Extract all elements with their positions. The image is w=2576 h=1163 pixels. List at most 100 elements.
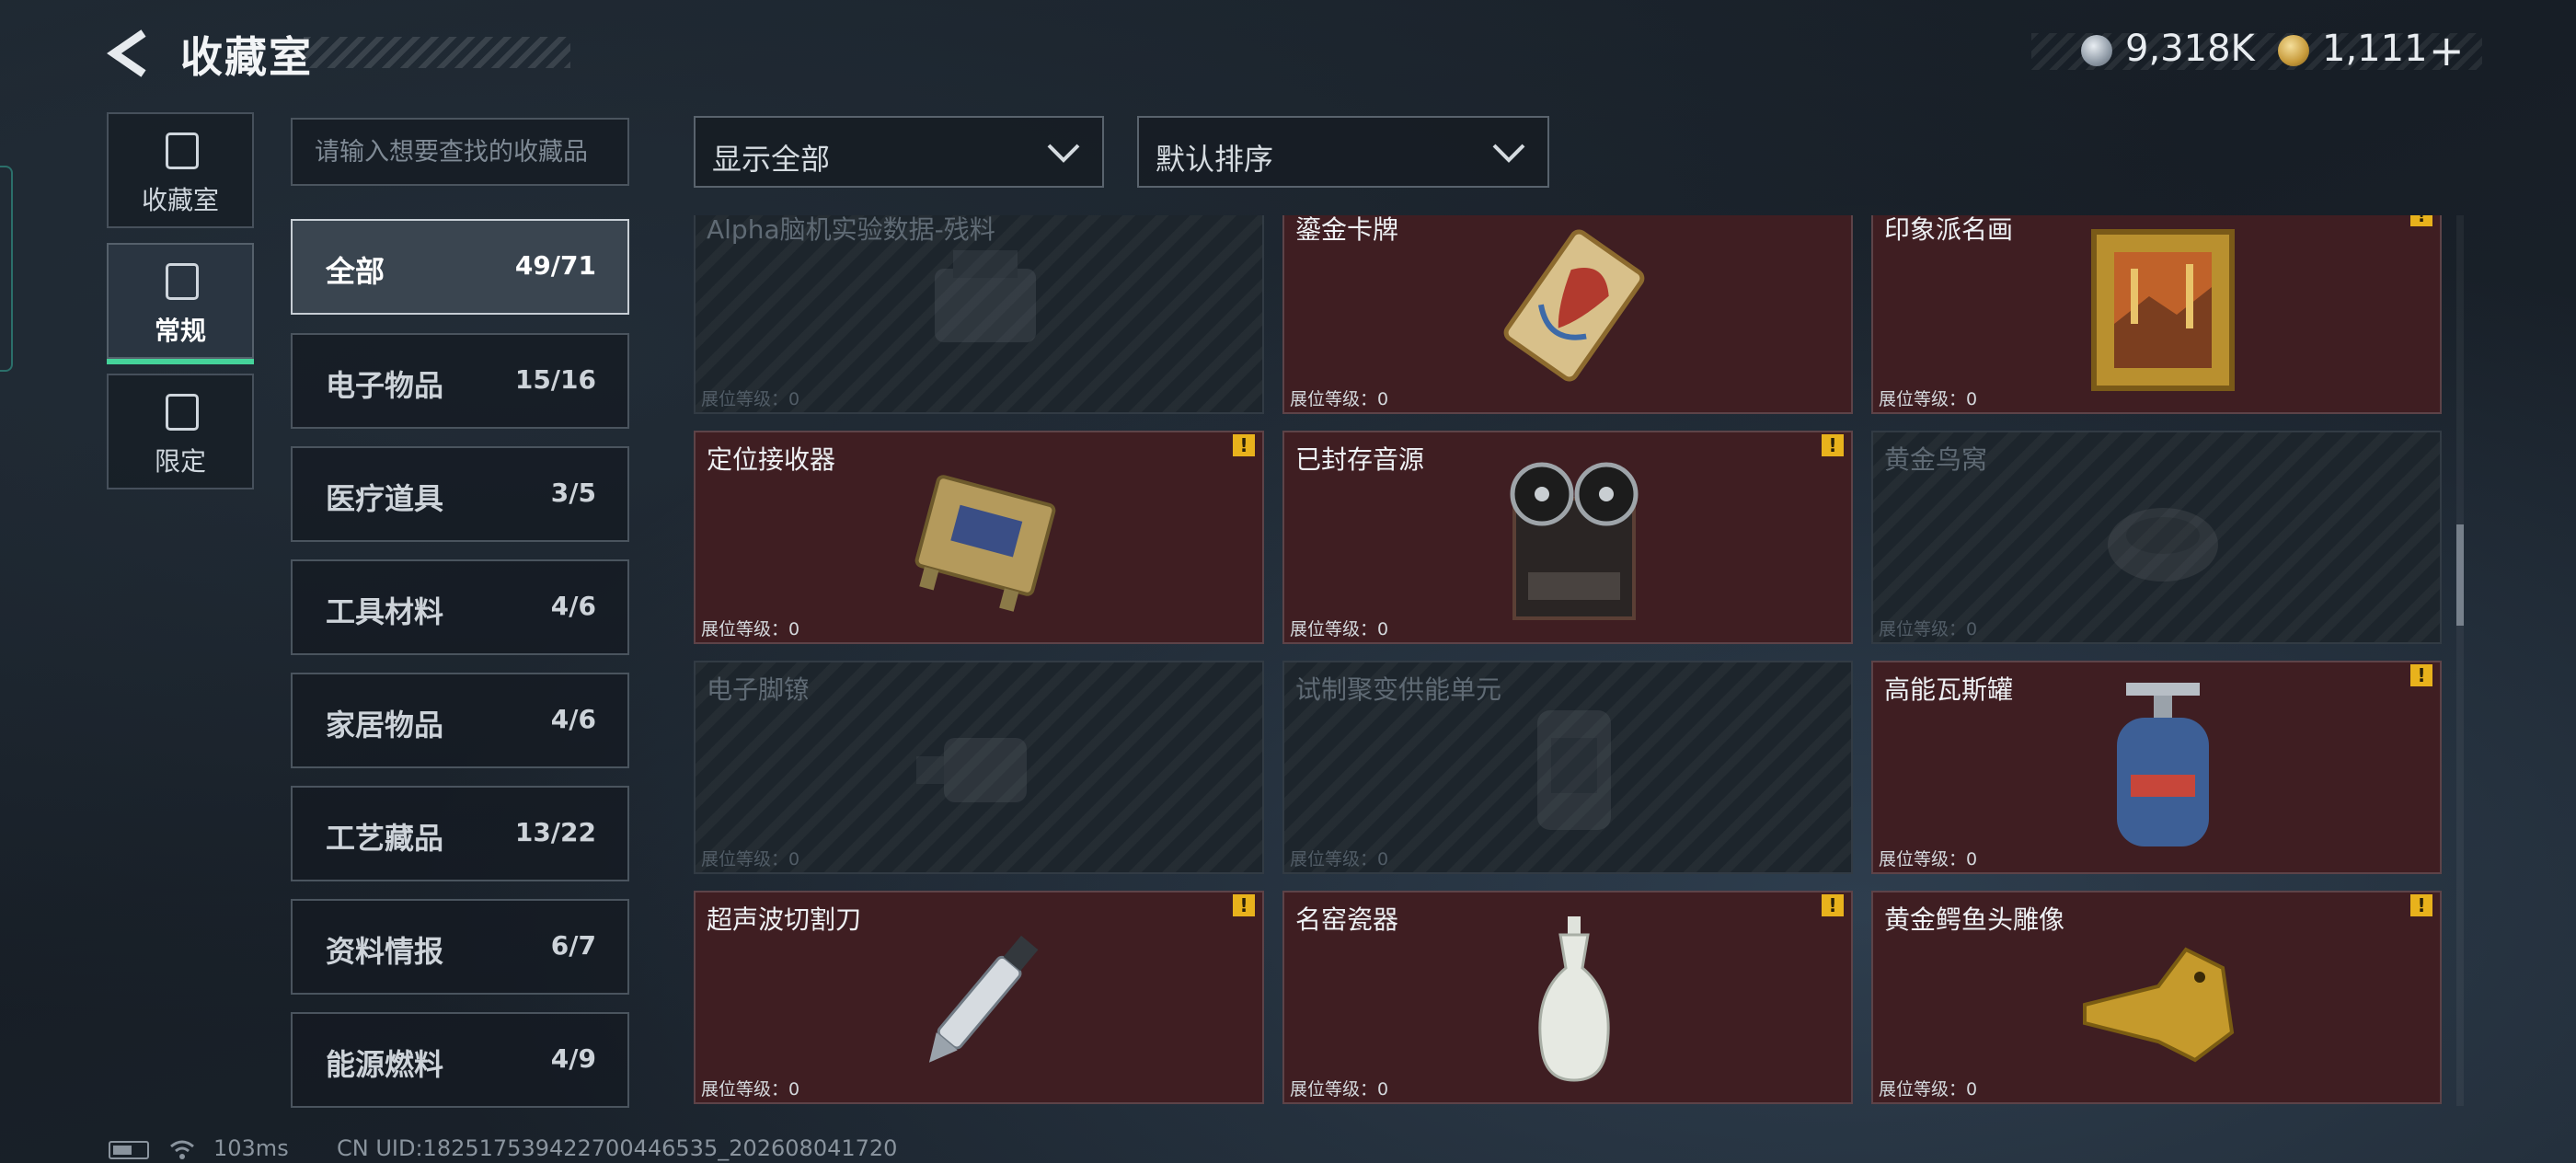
golden-nest-icon xyxy=(2108,508,2218,582)
battery-icon xyxy=(109,1141,149,1159)
item-level: 展位等级：0 xyxy=(1290,849,1389,869)
item-card[interactable]: Alpha脑机实验数据-残料 展位等级：0 xyxy=(694,215,1264,414)
regular-collection-icon xyxy=(166,263,199,300)
item-name: 试制聚变供能单元 xyxy=(1295,674,1502,705)
wifi-icon xyxy=(170,1140,194,1159)
brain-data-canister-icon xyxy=(935,250,1036,342)
warning-badge: ! xyxy=(1233,434,1255,456)
warning-badge: ! xyxy=(2410,894,2432,916)
item-card[interactable]: 定位接收器 ! 展位等级：0 xyxy=(694,431,1264,644)
porcelain-vase-icon xyxy=(1538,916,1610,1082)
item-level: 展位等级：0 xyxy=(1879,389,1978,409)
display-filter-value: 显示全部 xyxy=(712,142,831,177)
warning-badge: ! xyxy=(1233,894,1255,916)
sort-value: 默认排序 xyxy=(1156,142,1274,177)
scrollbar-track[interactable] xyxy=(2456,215,2464,1106)
category-name: 能源燃料 xyxy=(326,1047,444,1082)
chevron-down-icon xyxy=(1047,144,1080,163)
side-tab-limited[interactable]: 限定 xyxy=(107,374,254,489)
item-name: 高能瓦斯罐 xyxy=(1884,674,2014,705)
silver-coin-icon xyxy=(2081,35,2112,66)
reel-to-reel-recorder-icon xyxy=(1510,462,1639,620)
item-card[interactable]: 已封存音源 ! 展位等级：0 xyxy=(1282,431,1853,644)
item-card[interactable]: 名窑瓷器 ! 展位等级：0 xyxy=(1282,891,1853,1104)
item-level: 展位等级：0 xyxy=(701,849,800,869)
category-name: 工具材料 xyxy=(326,594,444,629)
category-count: 4/6 xyxy=(550,591,596,621)
edge-handle[interactable] xyxy=(0,166,13,372)
warning-badge: ! xyxy=(1822,894,1844,916)
item-level: 展位等级：0 xyxy=(1290,389,1389,409)
gas-canister-icon xyxy=(2117,683,2209,846)
category-intel[interactable]: 资料情报 6/7 xyxy=(291,899,629,995)
side-tab-label: 限定 xyxy=(154,446,206,477)
category-medical[interactable]: 医疗道具 3/5 xyxy=(291,446,629,542)
category-tools[interactable]: 工具材料 4/6 xyxy=(291,559,629,655)
item-level: 展位等级：0 xyxy=(701,1079,800,1100)
item-card[interactable]: 超声波切割刀 ! 展位等级：0 xyxy=(694,891,1264,1104)
limited-collection-icon xyxy=(166,394,199,431)
item-name: 印象派名画 xyxy=(1884,215,2014,245)
electronic-shackle-icon xyxy=(916,738,1027,802)
add-currency-button[interactable]: + xyxy=(2429,26,2465,75)
warning-badge: ! xyxy=(1822,434,1844,456)
sort-dropdown[interactable]: 默认排序 xyxy=(1137,116,1549,188)
impressionist-painting-icon xyxy=(2091,229,2235,391)
side-tab-collection-room[interactable]: 收藏室 xyxy=(107,112,254,228)
category-count: 49/71 xyxy=(514,250,596,281)
category-name: 家居物品 xyxy=(326,708,444,743)
item-level: 展位等级：0 xyxy=(701,619,800,639)
item-name: 超声波切割刀 xyxy=(707,904,862,935)
item-name: 定位接收器 xyxy=(707,444,836,475)
item-card[interactable]: 黄金鳄鱼头雕像 ! 展位等级：0 xyxy=(1871,891,2442,1104)
category-name: 电子物品 xyxy=(326,368,444,403)
cabinet-icon xyxy=(166,132,199,169)
item-level: 展位等级：0 xyxy=(1879,619,1978,639)
category-count: 4/9 xyxy=(550,1043,596,1074)
item-name: 鎏金卡牌 xyxy=(1295,215,1399,245)
item-level: 展位等级：0 xyxy=(701,389,800,409)
page-title: 收藏室 xyxy=(180,32,313,82)
golden-crocodile-head-icon xyxy=(2083,947,2235,1063)
item-card[interactable]: 试制聚变供能单元 展位等级：0 xyxy=(1282,661,1853,874)
warning-badge: ! xyxy=(2410,215,2432,226)
currency1-amount: 9,318K xyxy=(2125,28,2255,70)
gold-triangle-coin-icon xyxy=(2278,35,2309,66)
title-stripe-decoration xyxy=(304,37,570,68)
category-all[interactable]: 全部 49/71 xyxy=(291,219,629,315)
category-name: 医疗道具 xyxy=(326,481,444,516)
back-arrow-icon[interactable] xyxy=(103,28,155,79)
ultrasonic-cutter-icon xyxy=(928,935,1039,1063)
side-tab-label: 收藏室 xyxy=(141,185,219,215)
display-filter-dropdown[interactable]: 显示全部 xyxy=(694,116,1104,188)
chevron-down-icon xyxy=(1492,144,1525,163)
item-level: 展位等级：0 xyxy=(1879,1079,1978,1100)
collection-grid[interactable]: Alpha脑机实验数据-残料 展位等级：0 鎏金卡牌 展位等级：0 印象派名画 … xyxy=(694,215,2442,1106)
search-input[interactable] xyxy=(293,120,627,184)
category-energy[interactable]: 能源燃料 4/9 xyxy=(291,1012,629,1108)
item-name: 名窑瓷器 xyxy=(1295,904,1399,935)
item-card[interactable]: 印象派名画 ! 展位等级：0 xyxy=(1871,215,2442,414)
item-card[interactable]: 高能瓦斯罐 ! 展位等级：0 xyxy=(1871,661,2442,874)
category-electronics[interactable]: 电子物品 15/16 xyxy=(291,333,629,429)
item-card[interactable]: 电子脚镣 展位等级：0 xyxy=(694,661,1264,874)
positioning-receiver-icon xyxy=(914,475,1056,612)
category-count: 13/22 xyxy=(514,817,596,847)
category-crafts[interactable]: 工艺藏品 13/22 xyxy=(291,786,629,881)
item-card[interactable]: 黄金鸟窝 展位等级：0 xyxy=(1871,431,2442,644)
category-count: 6/7 xyxy=(550,930,596,961)
category-count: 4/6 xyxy=(550,704,596,734)
category-household[interactable]: 家居物品 4/6 xyxy=(291,673,629,768)
uid-readout: CN UID:18251753942270044653​5_2026080417… xyxy=(337,1135,898,1161)
warning-badge: ! xyxy=(2410,664,2432,686)
item-card[interactable]: 鎏金卡牌 展位等级：0 xyxy=(1282,215,1853,414)
side-tab-label: 常规 xyxy=(154,316,206,346)
currency2-amount: 1,111 xyxy=(2322,28,2428,70)
scrollbar-thumb[interactable] xyxy=(2456,524,2464,626)
category-count: 15/16 xyxy=(514,364,596,395)
side-tab-regular[interactable]: 常规 xyxy=(107,243,254,364)
item-name: 黄金鳄鱼头雕像 xyxy=(1884,904,2065,935)
item-name: 电子脚镣 xyxy=(707,674,811,705)
category-name: 资料情报 xyxy=(326,934,444,969)
search-box[interactable] xyxy=(291,118,629,186)
